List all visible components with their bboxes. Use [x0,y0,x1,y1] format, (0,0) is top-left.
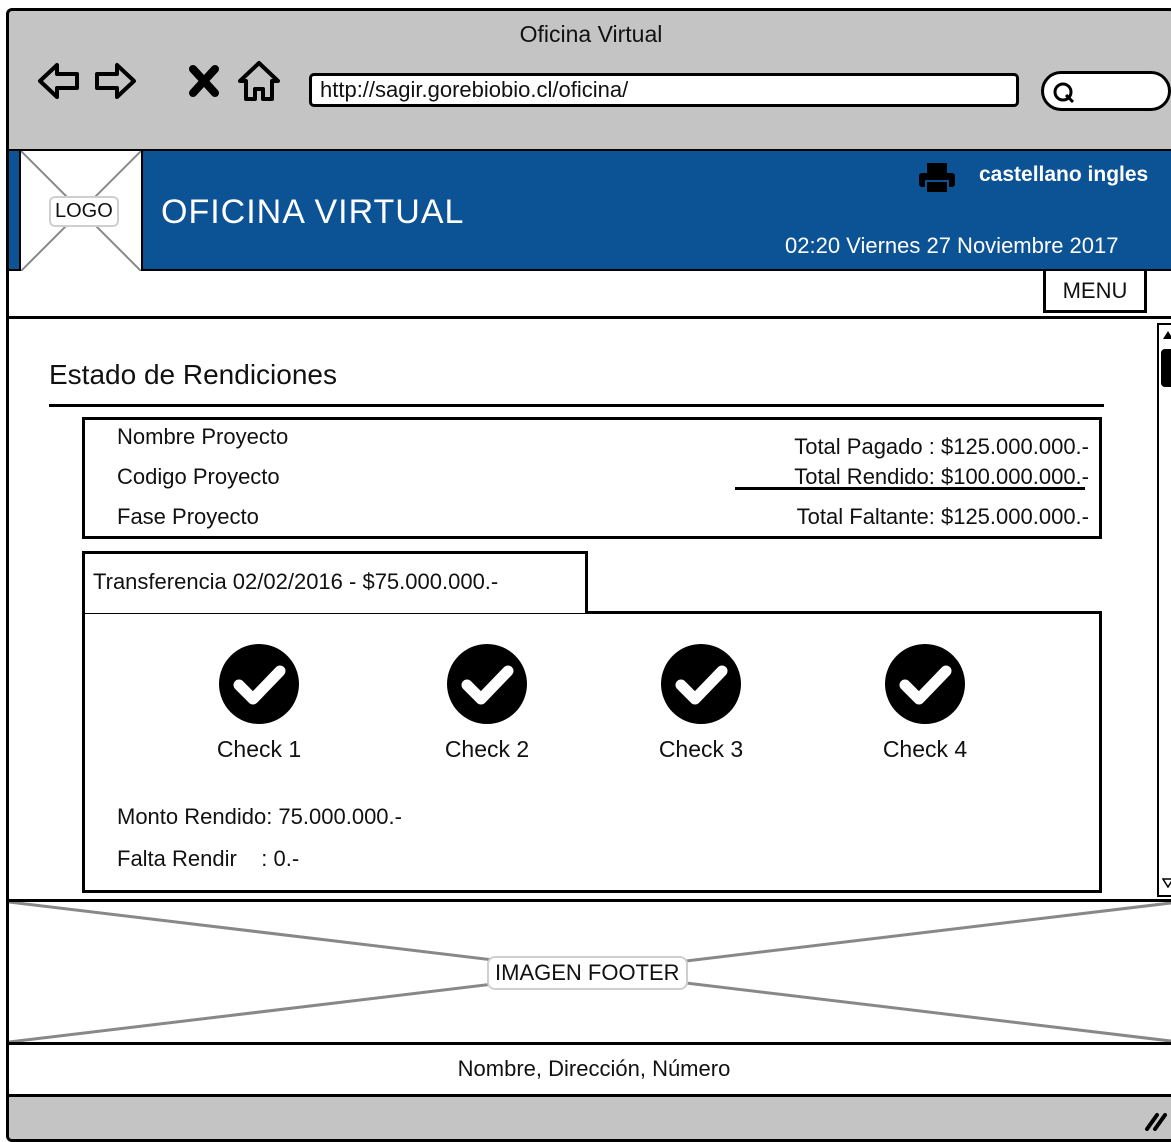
printer-icon[interactable] [917,161,957,200]
check-item-1: Check 1 [189,644,329,763]
check-circle-icon [219,644,299,724]
title-divider [49,404,1104,407]
check-item-2: Check 2 [417,644,557,763]
check-circle-icon [661,644,741,724]
project-code-label: Codigo Proyecto [117,464,280,489]
window-title: Oficina Virtual [519,21,663,47]
site-title: OFICINA VIRTUAL [161,193,465,231]
check-circle-icon [447,644,527,724]
menu-button[interactable]: MENU [1043,271,1147,313]
check-label: Check 4 [882,736,968,762]
browser-search-box[interactable] [1041,71,1171,111]
transfer-panel: Check 1 Check 2 Check 3 Check 4 Monto Re… [82,611,1102,893]
falta-rendir: Falta Rendir : 0.- [117,846,300,871]
total-rendido-underline [735,487,1085,490]
scroll-up-icon[interactable] [1162,327,1171,345]
check-label: Check 2 [444,736,530,762]
project-name-label: Nombre Proyecto [117,424,289,449]
datetime: 02:20 Viernes 27 Noviembre 2017 [785,233,1119,258]
status-bar [9,1097,1171,1139]
check-item-4: Check 4 [855,644,995,763]
footer-image-label: IMAGEN FOOTER [487,956,688,990]
monto-rendido: Monto Rendido: 75.000.000.- [117,804,402,829]
scroll-thumb[interactable] [1161,349,1171,387]
main-content: Estado de Rendiciones Nombre Proyecto Co… [9,319,1171,899]
back-arrow-icon[interactable] [37,59,79,101]
page-title: Estado de Rendiciones [49,359,337,390]
scroll-down-icon[interactable] [1161,875,1171,893]
menu-bar: MENU [9,271,1171,319]
total-pagado: Total Pagado : $125.000.000.- [794,434,1089,459]
logo: LOGO [19,151,143,271]
total-faltante: Total Faltante: $125.000.000.- [796,504,1089,529]
project-phase-label: Fase Proyecto [117,504,259,529]
project-summary: Nombre Proyecto Codigo Proyecto Fase Pro… [82,417,1102,539]
check-label: Check 3 [658,736,744,762]
logo-label: LOGO [49,196,119,227]
browser-window: Oficina Virtual http://sagir.gorebiobio.… [6,8,1171,1142]
stop-icon[interactable] [185,59,227,101]
check-item-3: Check 3 [631,644,771,763]
check-label: Check 1 [216,736,302,762]
search-icon [1052,81,1076,110]
language-selector[interactable]: castellano ingles [979,163,1148,187]
footer-contact: Nombre, Dirección, Número [9,1045,1171,1097]
forward-arrow-icon[interactable] [93,59,136,101]
home-icon[interactable] [237,59,280,101]
check-circle-icon [885,644,965,724]
resize-grip-icon[interactable] [1141,1109,1167,1136]
tab-transferencia[interactable]: Transferencia 02/02/2016 - $75.000.000.- [82,551,588,613]
site-header: LOGO OFICINA VIRTUAL castellano ingles 0… [9,149,1171,271]
url-bar[interactable]: http://sagir.gorebiobio.cl/oficina/ [309,73,1019,107]
footer-image: IMAGEN FOOTER [9,899,1171,1045]
vertical-scrollbar[interactable] [1157,323,1171,897]
